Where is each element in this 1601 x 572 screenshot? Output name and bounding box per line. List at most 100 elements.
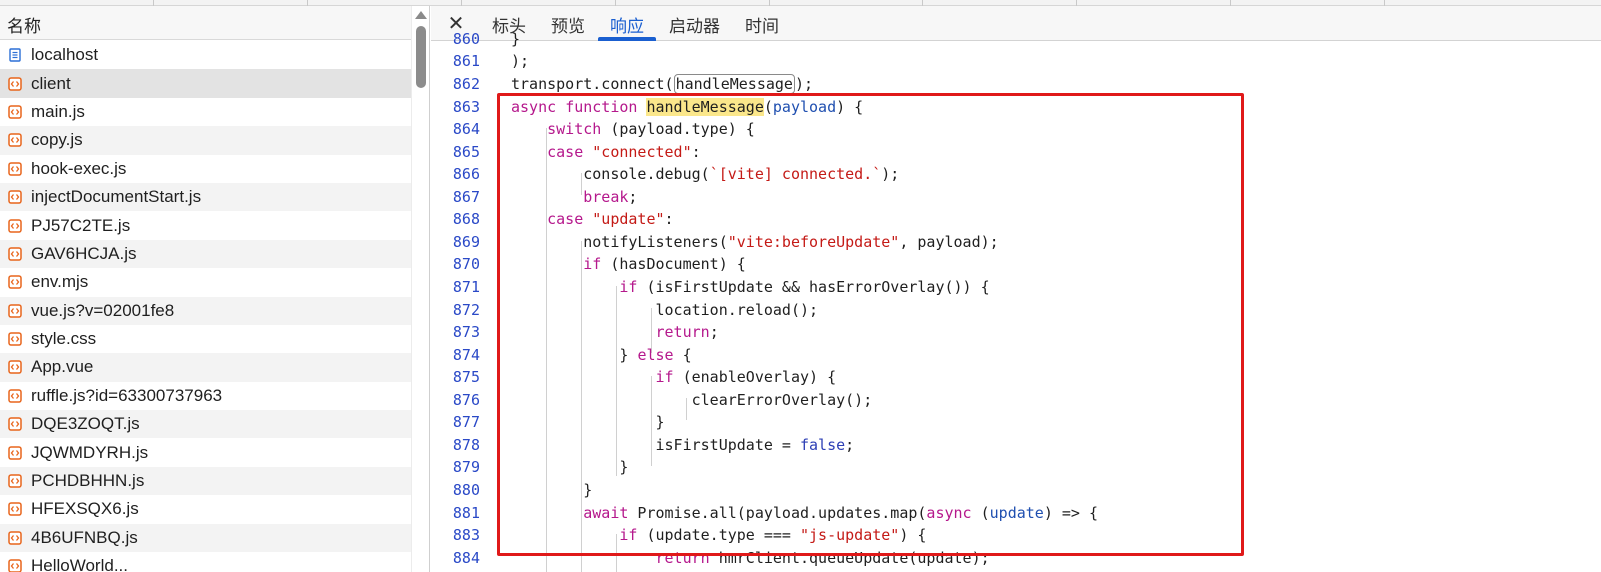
code-text: notifyListeners("vite:beforeUpdate", pay… (511, 233, 999, 251)
code-line: 874 } else { (431, 344, 1601, 367)
request-list-panel: 名称 localhost client main.js copy.js hook-exe… (0, 6, 430, 572)
request-name: vue.js?v=02001fe8 (31, 300, 175, 320)
code-text: await Promise.all(payload.updates.map(as… (583, 504, 1099, 522)
request-row[interactable]: main.js (0, 98, 411, 126)
request-row[interactable]: JQWMDYRH.js (0, 438, 411, 466)
code-line: 884 return hmrClient.queueUpdate(update)… (431, 547, 1601, 570)
code-line: 868 case "update": (431, 208, 1601, 231)
script-file-icon (8, 162, 22, 176)
code-line: 867 break; (431, 186, 1601, 209)
script-file-icon (8, 133, 22, 148)
request-row[interactable]: PCHDBHHN.js (0, 466, 411, 496)
line-number: 879 (452, 458, 480, 476)
code-line: 866 console.debug(`[vite] connected.`); (431, 163, 1601, 186)
request-row[interactable]: HelloWorld... (0, 552, 411, 572)
request-row[interactable]: style.css (0, 325, 411, 353)
response-code-viewer[interactable]: 860} 861); 862 transport.connect(handleMe… (431, 30, 1601, 572)
code-text: return; (655, 323, 719, 341)
request-row[interactable]: hook-exec.js (0, 155, 411, 183)
request-row[interactable]: PJ57C2TE.js (0, 211, 411, 239)
code-text: if (hasDocument) { (583, 255, 746, 273)
scrollbar-thumb[interactable] (416, 26, 426, 88)
line-number: 861 (452, 52, 480, 70)
code-line: 871 if (isFirstUpdate && hasErrorOverlay… (431, 276, 1601, 299)
line-number: 884 (452, 549, 480, 567)
code-line: 869 notifyListeners("vite:beforeUpdate",… (431, 231, 1601, 254)
script-file-icon (8, 474, 22, 488)
line-number: 866 (452, 165, 480, 183)
code-text: } (511, 481, 593, 499)
line-number: 870 (452, 255, 480, 273)
request-name: hook-exec.js (31, 158, 127, 178)
request-name: client (31, 73, 71, 93)
request-row[interactable]: GAV6HCJA.js (0, 239, 411, 269)
request-row[interactable]: copy.js (0, 126, 411, 155)
request-row[interactable]: HFEXSQX6.js (0, 495, 411, 523)
request-row[interactable]: injectDocumentStart.js (0, 182, 411, 212)
request-name: env.mjs (31, 272, 89, 292)
code-text: if (enableOverlay) { (655, 368, 837, 386)
scroll-up-arrow-icon[interactable] (415, 11, 427, 19)
code-text: } else { (511, 346, 692, 364)
request-list: localhost client main.js copy.js hook-exec.j… (0, 41, 411, 572)
name-column-title: 名称 (7, 17, 41, 37)
line-number: 880 (452, 481, 480, 499)
request-name: PCHDBHHN.js (31, 471, 145, 491)
request-row[interactable]: vue.js?v=02001fe8 (0, 296, 411, 325)
code-line: 872 location.reload(); (431, 299, 1601, 322)
request-name: GAV6HCJA.js (31, 243, 137, 263)
request-name: JQWMDYRH.js (31, 442, 149, 462)
code-text: if (isFirstUpdate && hasErrorOverlay()) … (619, 278, 990, 296)
line-number: 868 (452, 210, 480, 228)
script-file-icon (8, 275, 22, 290)
line-number: 883 (452, 526, 480, 544)
request-name: HFEXSQX6.js (31, 499, 139, 519)
response-pane: ✕ 标头 预览 响应 启动器 时间 860} 861); 862 transpor… (431, 6, 1601, 572)
request-name: ruffle.js?id=63300737963 (31, 385, 223, 405)
request-name: style.css (31, 329, 97, 349)
script-file-icon (8, 247, 22, 261)
request-name: 4B6UFNBQ.js (31, 527, 138, 547)
line-number: 875 (452, 368, 480, 386)
line-number: 867 (452, 188, 480, 206)
request-name: App.vue (31, 357, 94, 377)
code-line: 864 switch (payload.type) { (431, 118, 1601, 141)
code-line: 863 async function handleMessage(payload)… (431, 96, 1601, 119)
code-line: 880 } (431, 479, 1601, 502)
line-number: 876 (452, 391, 480, 409)
script-file-icon (8, 417, 22, 432)
name-column-header[interactable]: 名称 (0, 6, 429, 40)
request-row[interactable]: DQE3ZOQT.js (0, 410, 411, 439)
request-list-scrollbar[interactable] (411, 6, 429, 572)
request-name: localhost (31, 45, 99, 65)
request-row[interactable]: 4B6UFNBQ.js (0, 523, 411, 553)
code-text: if (update.type === "js-update") { (619, 526, 927, 544)
code-text: break; (583, 188, 638, 206)
line-number: 860 (452, 30, 480, 48)
script-file-icon (8, 218, 22, 233)
request-row[interactable]: ruffle.js?id=63300737963 (0, 382, 411, 410)
code-text: clearErrorOverlay(); (511, 391, 873, 409)
request-row[interactable]: localhost (0, 41, 411, 69)
request-row[interactable]: App.vue (0, 353, 411, 382)
script-file-icon (8, 360, 22, 375)
code-line: 862 transport.connect(handleMessage); (431, 73, 1601, 96)
request-row[interactable]: client (0, 69, 411, 98)
script-file-icon (8, 531, 22, 545)
line-number: 881 (452, 504, 480, 522)
code-text: case "update": (547, 210, 674, 228)
request-row[interactable]: env.mjs (0, 268, 411, 296)
line-number: 874 (452, 346, 480, 364)
code-line: 883 if (update.type === "js-update") { (431, 524, 1601, 547)
code-text: case "connected": (547, 143, 701, 161)
code-line: 860} (431, 28, 1601, 51)
line-number: 873 (452, 323, 480, 341)
script-file-icon (8, 303, 22, 318)
code-line: 879 } (431, 456, 1601, 479)
request-name: HelloWorld... (31, 556, 128, 572)
script-file-icon (8, 190, 22, 204)
script-file-icon (8, 332, 22, 346)
request-name: PJ57C2TE.js (31, 215, 131, 235)
code-text: switch (payload.type) { (547, 120, 755, 138)
code-text: } (511, 458, 629, 476)
